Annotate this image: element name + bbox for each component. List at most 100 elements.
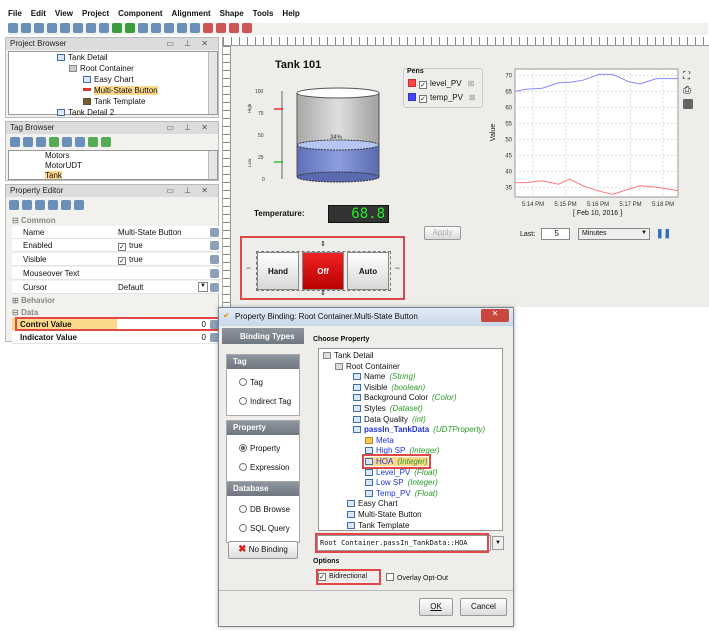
property-row-name[interactable]: Name Multi-State Button [12,226,222,239]
align-top-icon[interactable] [242,23,252,33]
cut-icon[interactable] [60,23,70,33]
section-data[interactable]: ⊟ Data [12,308,38,317]
last-spinner[interactable]: 5 [541,228,570,240]
tree-item[interactable]: Tank [45,171,62,179]
binding-icon[interactable] [210,241,219,250]
unit-dropdown[interactable]: Minutes ▼ [578,228,650,240]
property-tree-item[interactable]: Tank Template [347,521,409,530]
panel-controls-icon[interactable]: ▭ ⊥ ✕ [166,39,212,48]
resize-handle-icon[interactable]: ⇔ [245,265,252,272]
resize-handle-icon[interactable]: ⇕ [320,289,326,297]
radio-db-browse[interactable]: DB Browse [239,505,290,514]
radio-property[interactable]: Property [239,444,280,453]
menu-project[interactable]: Project [82,9,109,18]
add-tag-icon[interactable] [49,137,59,147]
print-icon[interactable]: ⎙ [683,85,691,96]
property-tree-item[interactable]: Temp_PV (Float) [365,489,438,498]
property-tree-item[interactable]: Level_PV (Float) [365,468,437,477]
binding-icon[interactable] [210,283,219,292]
property-row-cursor[interactable]: Cursor Default ▼ [12,281,222,294]
property-tree-item[interactable]: Root Container [335,362,400,371]
zoom-fit-icon[interactable] [190,23,200,33]
hand-button[interactable]: Hand [257,252,299,290]
sort-az-icon[interactable] [22,200,32,210]
remove-pen-icon[interactable]: ⊠ [468,79,475,88]
grid-icon[interactable] [36,137,46,147]
property-row-indicator-value[interactable]: Indicator Value 0 [12,331,222,344]
radio-tag[interactable]: Tag [239,378,263,387]
property-tree-item[interactable]: Tank Detail [323,351,374,360]
filter-icon[interactable] [35,200,45,210]
refresh-icon[interactable] [21,23,31,33]
property-row-mouseover[interactable]: Mouseover Text [12,267,222,280]
align-center-icon[interactable] [216,23,226,33]
lock-icon[interactable] [151,23,161,33]
pen-item[interactable]: ✓ temp_PV ⊠ [408,93,476,103]
menu-shape[interactable]: Shape [220,9,244,18]
radio-indirect-tag[interactable]: Indirect Tag [239,397,291,406]
dropdown-arrow-icon[interactable]: ▼ [198,282,208,292]
edit-tag-icon[interactable] [62,137,72,147]
binding-icon[interactable] [210,255,219,264]
radio-expression[interactable]: Expression [239,463,290,472]
property-tree-item[interactable]: Styles (Dataset) [353,404,423,413]
tree-item[interactable]: Easy Chart [83,75,134,84]
layout-icon[interactable] [138,23,148,33]
export-icon[interactable] [101,137,111,147]
menu-edit[interactable]: Edit [31,9,46,18]
menu-file[interactable]: File [8,9,22,18]
scrollbar[interactable] [208,151,217,179]
expand-icon[interactable] [48,200,58,210]
menu-tools[interactable]: Tools [253,9,274,18]
save-icon[interactable] [683,99,693,109]
binding-icon[interactable] [210,228,219,237]
overlay-opt-out-checkbox[interactable]: Overlay Opt-Out [386,573,448,582]
align-right-icon[interactable] [229,23,239,33]
remove-pen-icon[interactable]: ⊠ [469,93,476,102]
customizer-icon[interactable] [74,200,84,210]
zoom-fit-icon[interactable]: ⛶ [683,71,690,82]
multi-state-button[interactable]: Hand Off Auto ⇔ ⇔ ⇕ ⇕ [240,236,405,300]
save-icon[interactable] [8,23,18,33]
tank-component[interactable]: 100 75 50 25 0 High Low 34% [247,87,387,193]
tree-item[interactable]: Tank Detail [57,53,108,62]
section-behavior[interactable]: ⊞ Behavior [12,296,55,305]
property-tree-item[interactable]: Easy Chart [347,499,398,508]
import-icon[interactable] [88,137,98,147]
panel-controls-icon[interactable]: ▭ ⊥ ✕ [166,123,212,132]
paste-icon[interactable] [86,23,96,33]
checkbox[interactable]: ✓ [118,257,126,265]
property-tree-item[interactable]: Multi-State Button [347,510,422,519]
property-tree-item[interactable]: Data Quality (int) [353,415,426,424]
close-button[interactable]: ✕ [481,309,509,322]
window-icon[interactable] [99,23,109,33]
tree-item[interactable]: Tank Template [83,97,145,106]
menu-view[interactable]: View [55,9,73,18]
cancel-button[interactable]: Cancel [460,598,507,616]
menu-help[interactable]: Help [282,9,299,18]
no-binding-button[interactable]: ✖ No Binding [228,541,298,559]
tree-item[interactable]: Motors [45,151,69,160]
redo-icon[interactable] [47,23,57,33]
resize-handle-icon[interactable]: ⇔ [394,265,401,272]
off-button[interactable]: Off [302,252,344,290]
zoom-out-icon[interactable] [177,23,187,33]
property-tree-item[interactable]: passIn_TankData (UDTProperty) [353,425,485,434]
ok-button[interactable]: OK [419,598,453,616]
panel-controls-icon[interactable]: ▭ ⊥ ✕ [166,186,212,195]
undo-icon[interactable] [34,23,44,33]
menu-component[interactable]: Component [118,9,162,18]
checkbox[interactable]: ✓ [118,243,126,251]
property-tree-item[interactable]: High SP (Integer) [365,446,440,455]
publish-icon[interactable] [125,23,135,33]
zoom-in-icon[interactable] [164,23,174,33]
copy-icon[interactable] [73,23,83,33]
property-tree-item[interactable]: Visible (boolean) [353,383,425,392]
path-dropdown-button[interactable]: ▼ [492,536,504,550]
scrollbar[interactable] [208,52,217,114]
auto-button[interactable]: Auto [347,252,389,290]
tree-item[interactable]: MotorUDT [45,161,82,170]
apply-button[interactable]: Apply [424,226,461,240]
tree-item[interactable]: Root Container [69,64,134,73]
radio-sql-query[interactable]: SQL Query [239,524,290,533]
